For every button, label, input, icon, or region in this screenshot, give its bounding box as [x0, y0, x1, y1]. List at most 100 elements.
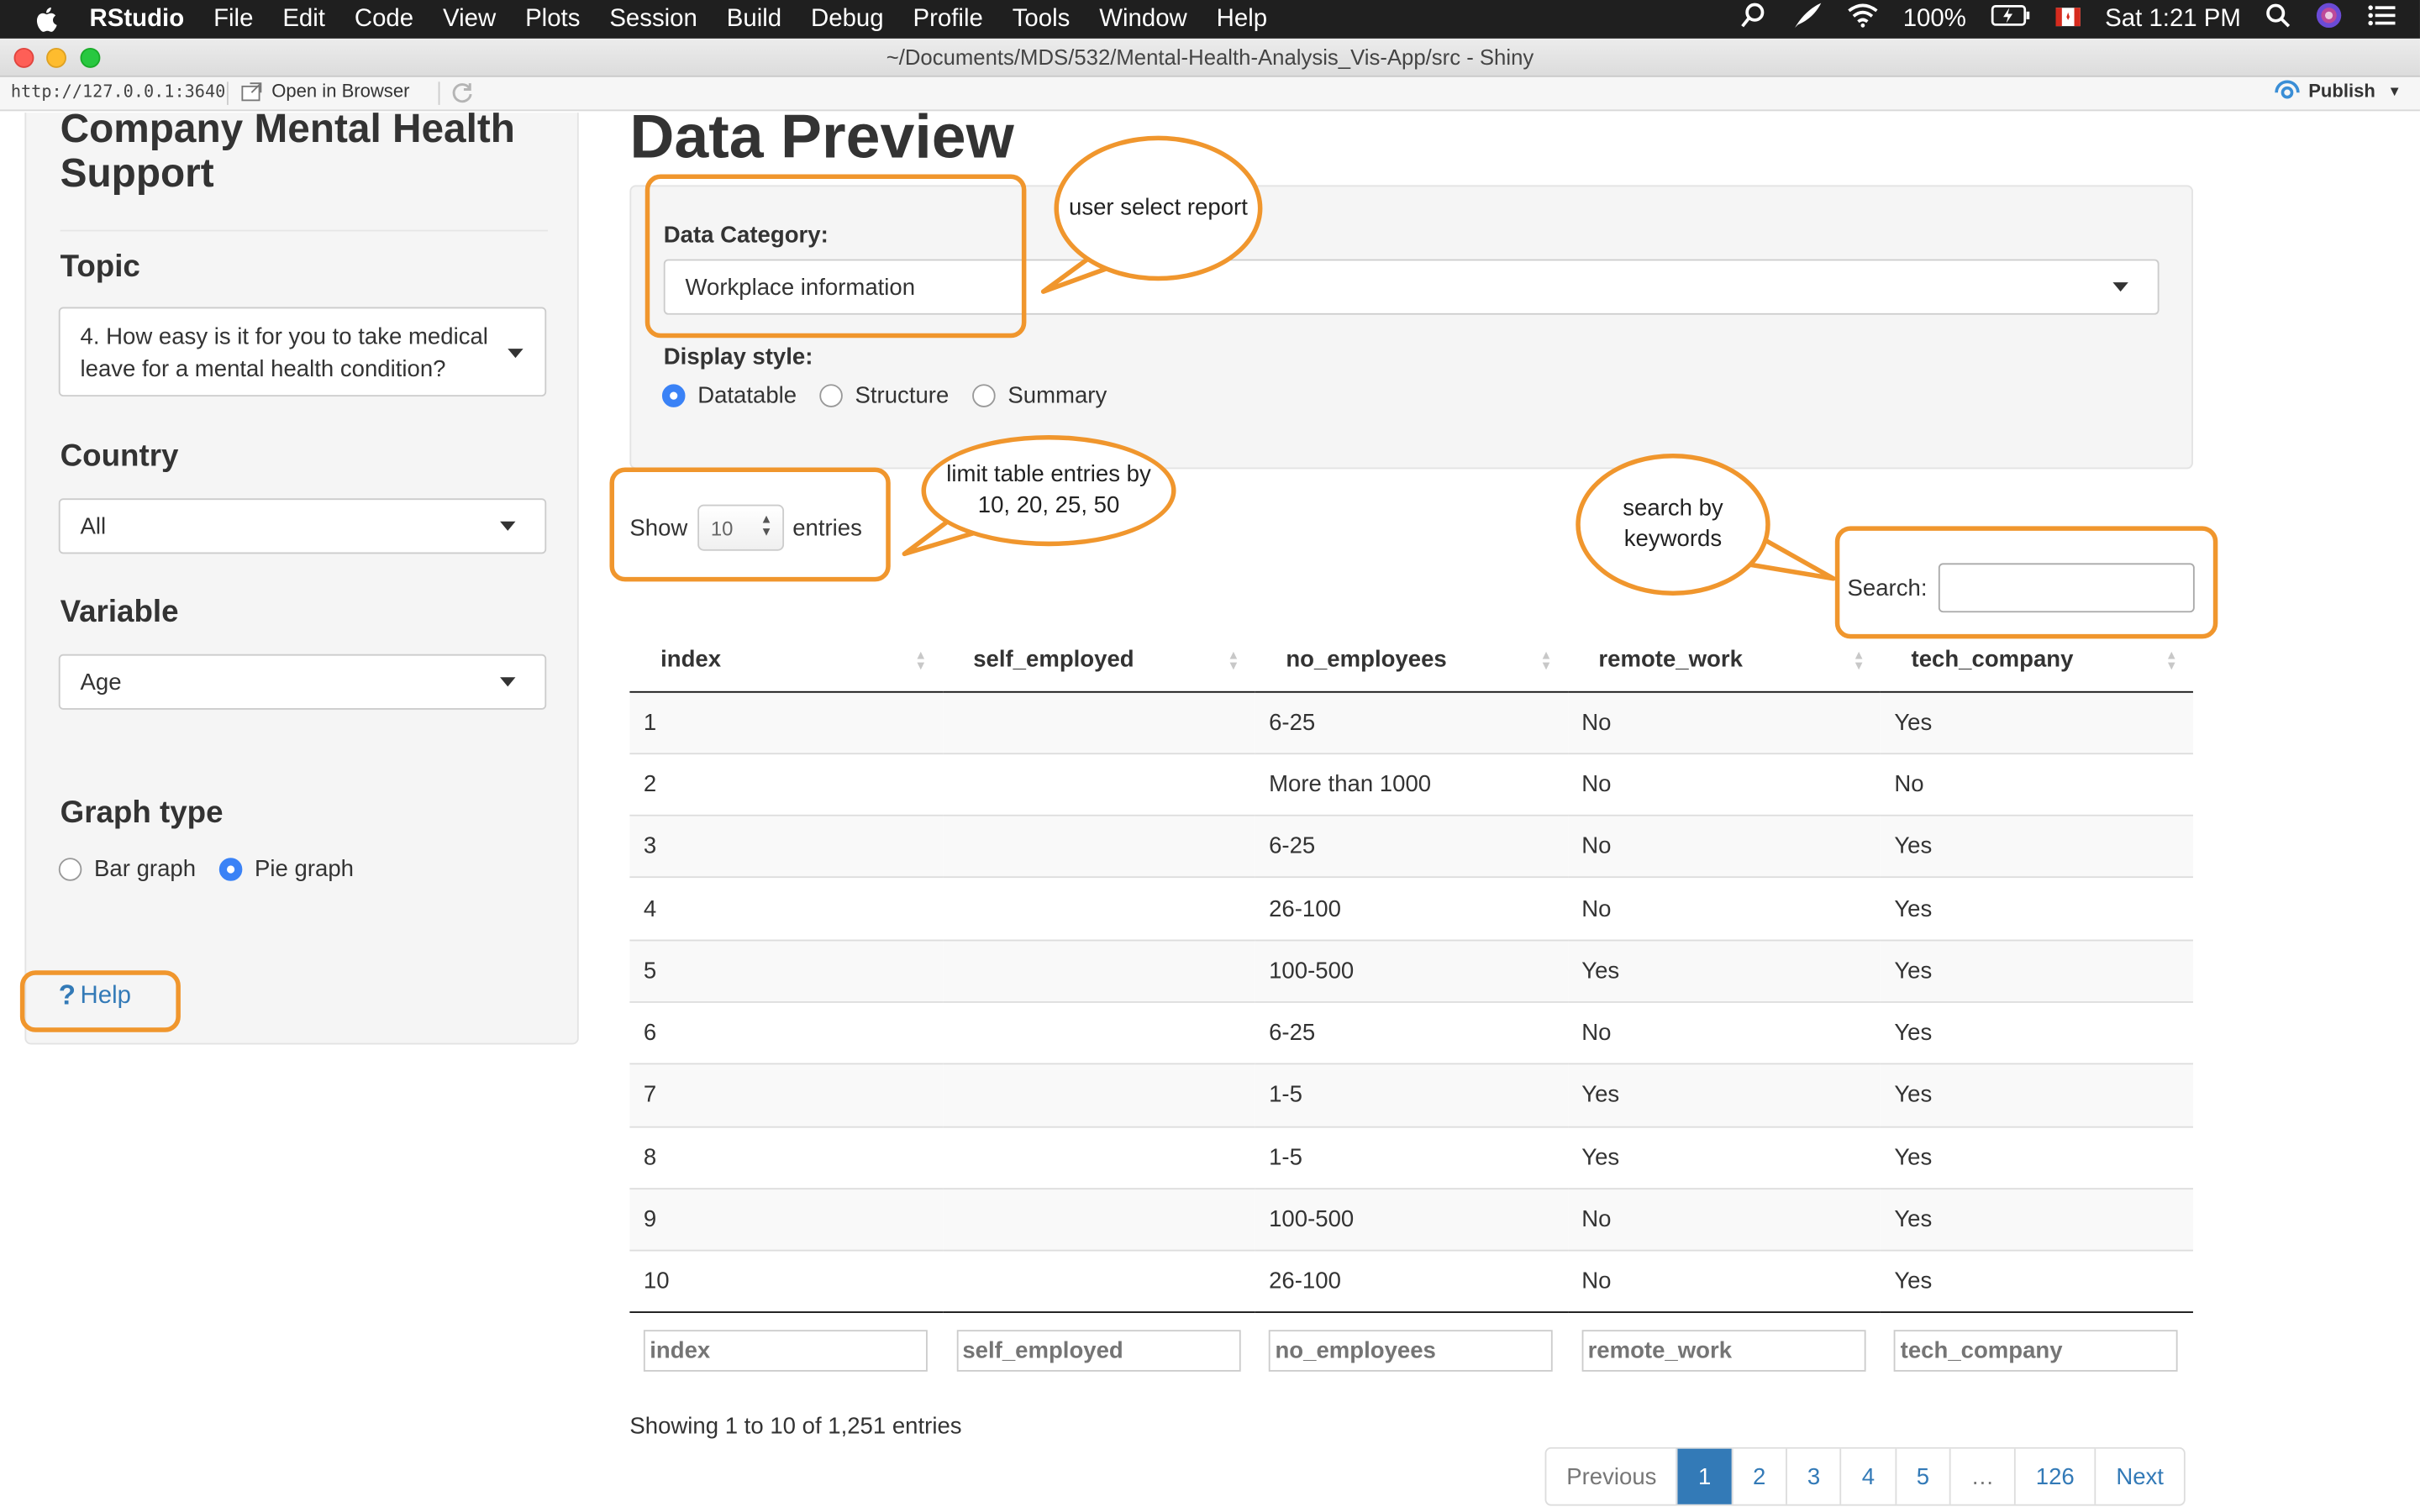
- table-row: 10 26-100 No Yes: [629, 1250, 2193, 1313]
- radio-structure[interactable]: Structure: [819, 383, 949, 409]
- cell-self-employed: [942, 1250, 1255, 1313]
- menu-tools[interactable]: Tools: [1013, 5, 1071, 33]
- search-input[interactable]: [1938, 563, 2195, 613]
- menu-plots[interactable]: Plots: [525, 5, 580, 33]
- flag-icon[interactable]: [2055, 5, 2081, 33]
- menu-rstudio[interactable]: RStudio: [90, 5, 185, 33]
- pagination-page[interactable]: 126: [2014, 1448, 2095, 1504]
- radio-bar-graph[interactable]: Bar graph: [58, 856, 196, 883]
- menu-session[interactable]: Session: [609, 5, 697, 33]
- open-in-browser-button[interactable]: Open in Browser: [241, 80, 410, 102]
- cell-remote-work: No: [1567, 752, 1881, 816]
- window-title: ~/Documents/MDS/532/Mental-Health-Analys…: [886, 45, 1534, 70]
- menu-view[interactable]: View: [443, 5, 496, 33]
- radio-summary[interactable]: Summary: [972, 383, 1107, 409]
- radio-datatable[interactable]: Datatable: [661, 382, 797, 409]
- show-label: Show: [629, 514, 688, 541]
- cell-no-employees: 26-100: [1255, 1250, 1568, 1313]
- country-label: Country: [60, 439, 179, 474]
- pagination-page[interactable]: 3: [1786, 1448, 1840, 1504]
- pagination: Previous 1 2 3 4 5 … 126 Next: [1544, 1446, 2186, 1506]
- pagination-page[interactable]: 4: [1840, 1448, 1895, 1504]
- filter-input-index[interactable]: [643, 1329, 928, 1372]
- sort-icon: ▲ ▼: [914, 648, 928, 673]
- sort-icon: ▲ ▼: [1227, 648, 1240, 673]
- radio-pie-graph[interactable]: Pie graph: [218, 856, 355, 883]
- menu-debug[interactable]: Debug: [811, 5, 884, 33]
- cell-tech-company: Yes: [1880, 1188, 2193, 1251]
- pagination-page[interactable]: 2: [1731, 1448, 1786, 1504]
- radio-label: Pie graph: [255, 856, 355, 883]
- divider: [60, 229, 549, 232]
- menu-file[interactable]: File: [213, 5, 253, 33]
- data-category-select[interactable]: Workplace information: [663, 259, 2160, 315]
- spotlight-icon[interactable]: [2265, 3, 2291, 36]
- siri-icon[interactable]: [2315, 2, 2343, 37]
- filter-input-remote-work[interactable]: [1581, 1329, 1866, 1372]
- variable-select[interactable]: Age: [58, 654, 547, 710]
- cell-remote-work: No: [1567, 1000, 1881, 1064]
- quill-icon[interactable]: [1791, 2, 1823, 37]
- pagination-previous[interactable]: Previous: [1546, 1449, 1676, 1504]
- data-table: index ▲ ▼ self_employed ▲ ▼ no_employees ▲ ▼ r…: [629, 629, 2193, 1388]
- publish-button[interactable]: Publish ▼: [2273, 81, 2402, 102]
- pagination-page[interactable]: 5: [1894, 1448, 1949, 1504]
- chevron-down-icon: [500, 521, 516, 531]
- column-header-no-employees[interactable]: no_employees ▲ ▼: [1255, 629, 1568, 692]
- open-browser-icon: [241, 81, 262, 101]
- help-link[interactable]: ? Help: [59, 979, 131, 1012]
- menu-window[interactable]: Window: [1099, 5, 1187, 33]
- refresh-icon[interactable]: [450, 81, 474, 109]
- cell-self-employed: [942, 752, 1255, 816]
- data-category-label: Data Category:: [663, 222, 829, 249]
- radio-circle-selected: [661, 384, 686, 407]
- apple-icon[interactable]: [34, 6, 61, 32]
- cell-self-employed: [942, 1188, 1255, 1251]
- chevron-down-icon[interactable]: ▼: [2388, 83, 2402, 98]
- country-select[interactable]: All: [58, 498, 547, 554]
- pagination-page[interactable]: 1: [1676, 1448, 1732, 1504]
- cell-tech-company: Yes: [1880, 938, 2193, 1002]
- cell-remote-work: No: [1567, 814, 1881, 878]
- controls-panel: Data Category: Workplace information Dis…: [629, 185, 2193, 470]
- entries-length-select[interactable]: 10 ▲ ▼: [697, 504, 784, 551]
- column-header-label: remote_work: [1598, 647, 1743, 674]
- cell-index: 2: [629, 752, 943, 816]
- cell-index: 6: [629, 1000, 943, 1064]
- menu-profile[interactable]: Profile: [913, 5, 983, 33]
- radio-circle-selected: [218, 858, 243, 881]
- pagination-ellipsis: …: [1949, 1448, 2014, 1504]
- column-header-tech-company[interactable]: tech_company ▲ ▼: [1880, 629, 2193, 692]
- column-header-index[interactable]: index ▲ ▼: [629, 629, 943, 692]
- notification-center-icon[interactable]: [2367, 5, 2396, 34]
- sort-icon: ▲ ▼: [1852, 648, 1865, 673]
- radio-label: Datatable: [697, 382, 797, 409]
- menu-code[interactable]: Code: [355, 5, 413, 33]
- cell-no-employees: More than 1000: [1255, 752, 1568, 816]
- radio-circle: [819, 384, 843, 407]
- menu-build[interactable]: Build: [727, 5, 781, 33]
- filter-input-no-employees[interactable]: [1269, 1329, 1554, 1372]
- column-header-remote-work[interactable]: remote_work ▲ ▼: [1567, 629, 1881, 692]
- variable-select-value: Age: [80, 669, 122, 696]
- app-content: Company Mental Health Support Topic 4. H…: [0, 113, 2420, 1512]
- filter-input-self-employed[interactable]: [956, 1329, 1240, 1372]
- menu-edit[interactable]: Edit: [282, 5, 325, 33]
- menu-help[interactable]: Help: [1217, 5, 1267, 33]
- open-in-browser-label: Open in Browser: [271, 80, 410, 102]
- cell-tech-company: Yes: [1880, 1063, 2193, 1126]
- pagination-next[interactable]: Next: [2094, 1448, 2184, 1504]
- cell-tech-company: Yes: [1880, 690, 2193, 753]
- battery-icon[interactable]: [1991, 4, 2031, 34]
- cell-no-employees: 6-25: [1255, 814, 1568, 878]
- cell-no-employees: 6-25: [1255, 1000, 1568, 1064]
- filter-input-tech-company[interactable]: [1894, 1329, 2179, 1372]
- wifi-icon[interactable]: [1848, 3, 1879, 36]
- clock[interactable]: Sat 1:21 PM: [2105, 5, 2241, 33]
- entries-label: entries: [792, 514, 862, 541]
- key-search-icon[interactable]: [1739, 2, 1767, 37]
- topic-select[interactable]: 4. How easy is it for you to take medica…: [58, 307, 547, 397]
- toolbar-divider: [226, 81, 229, 105]
- column-header-self-employed[interactable]: self_employed ▲ ▼: [942, 629, 1255, 692]
- battery-percent: 100%: [1902, 5, 1966, 32]
